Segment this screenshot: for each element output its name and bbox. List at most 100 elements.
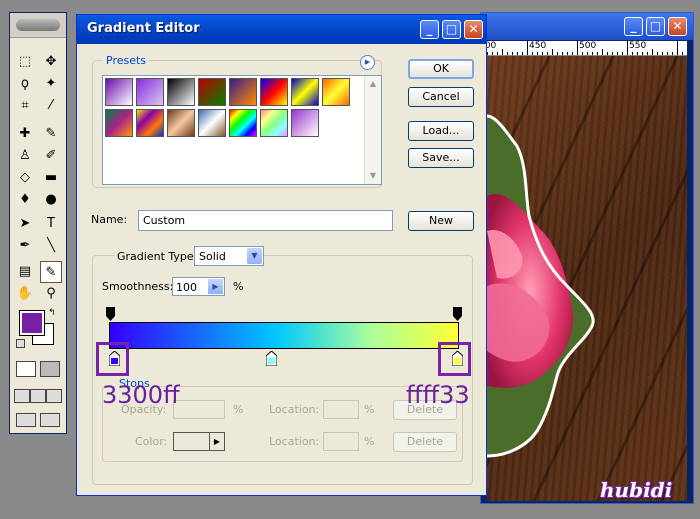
ruler-tick	[497, 52, 498, 55]
pen-tool-icon[interactable]: ✒	[14, 235, 36, 257]
close-button[interactable]: ✕	[668, 17, 687, 36]
opacity-location-label: Location:	[269, 403, 320, 416]
color-location-field[interactable]	[323, 432, 359, 451]
opacity-stop-left[interactable]	[106, 307, 115, 321]
color-delete-button[interactable]: Delete	[393, 432, 457, 452]
crop-tool-icon[interactable]: ⌗	[14, 95, 36, 117]
gradient-preview-bar[interactable]	[109, 322, 459, 349]
ruler-tick	[632, 52, 633, 55]
maximize-button[interactable]: □	[442, 20, 461, 39]
ruler-tick	[562, 52, 563, 55]
document-titlebar: _ □ ✕	[481, 13, 693, 40]
presets-menu-icon[interactable]: ▶	[360, 55, 375, 70]
color-well-arrow-icon[interactable]: ▶	[209, 433, 224, 450]
opacity-location-field[interactable]	[323, 400, 359, 419]
quick-mask-mode-icon[interactable]	[40, 361, 60, 377]
scroll-down-icon[interactable]: ▼	[366, 169, 380, 183]
minimize-button[interactable]: _	[624, 17, 643, 36]
flower-cutout	[487, 114, 595, 458]
presets-scrollbar[interactable]: ▲ ▼	[364, 76, 381, 184]
preset-swatch-black-white[interactable]	[167, 78, 195, 106]
screen-mode-full-icon[interactable]	[46, 389, 62, 403]
ruler-tick	[522, 52, 523, 55]
preset-swatch-blue-red-yellow[interactable]	[260, 78, 288, 106]
load-button[interactable]: Load...	[408, 121, 474, 141]
stop-color-well[interactable]: ▶	[173, 432, 225, 451]
zoom-tool-icon[interactable]: ⚲	[40, 283, 62, 305]
ruler-tick	[487, 52, 488, 55]
ok-button[interactable]: OK	[408, 59, 474, 79]
ruler-label: 450	[529, 41, 547, 51]
marquee-tool-icon[interactable]: ⬚	[14, 51, 36, 73]
preset-swatch-violet-green-orange[interactable]	[105, 109, 133, 137]
eyedropper-tool-icon[interactable]: ✎	[40, 261, 62, 283]
brush-tool-icon[interactable]: ✎	[40, 123, 62, 145]
notes-tool-icon[interactable]: ▤	[14, 261, 36, 283]
preset-swatch-copper[interactable]	[167, 109, 195, 137]
swap-colors-icon[interactable]: ↰	[48, 309, 56, 318]
type-tool-icon[interactable]: T	[40, 213, 62, 235]
cancel-button[interactable]: Cancel	[408, 87, 474, 107]
preset-swatch-violet-white[interactable]	[105, 78, 133, 106]
ruler-tick	[647, 52, 648, 55]
ruler-label: 400	[487, 41, 497, 51]
color-midpoint-marker[interactable]	[266, 351, 277, 366]
smoothness-unit: %	[233, 280, 244, 293]
smoothness-field[interactable]: 100 ▶	[172, 277, 225, 296]
opacity-stop-right[interactable]	[453, 307, 462, 321]
new-button[interactable]: New	[408, 211, 474, 231]
preset-swatch-violet-orange[interactable]	[229, 78, 257, 106]
screen-mode-standard-icon[interactable]	[14, 389, 30, 403]
preset-swatch-yellow-violet-orange-blue[interactable]	[136, 109, 164, 137]
lasso-tool-icon[interactable]: ϙ	[14, 73, 36, 95]
blur-tool-icon[interactable]: ♦	[14, 189, 36, 211]
ruler-tick	[652, 49, 653, 55]
name-field[interactable]: Custom	[138, 210, 393, 231]
slice-tool-icon[interactable]: ⁄	[40, 95, 62, 117]
preset-swatch-orange-yellow-orange[interactable]	[322, 78, 350, 106]
ruler-tick	[542, 52, 543, 55]
ruler-tick	[527, 41, 528, 55]
ruler-tick	[657, 52, 658, 55]
screen-mode-menus-icon[interactable]	[30, 389, 46, 403]
jump-to-imageready-icon[interactable]	[16, 413, 36, 427]
hand-tool-icon[interactable]: ✋	[14, 283, 36, 305]
smoothness-slider-icon[interactable]: ▶	[208, 279, 223, 294]
chevron-down-icon[interactable]: ▼	[247, 248, 262, 264]
preset-swatch-transparent-rainbow[interactable]	[260, 109, 288, 137]
opacity-unit: %	[233, 403, 244, 416]
magic-wand-tool-icon[interactable]: ✦	[40, 73, 62, 95]
ruler-tick	[637, 52, 638, 55]
path-selection-icon[interactable]: ➤	[14, 213, 36, 235]
canvas-photo[interactable]	[487, 56, 687, 501]
maximize-button[interactable]: □	[646, 17, 665, 36]
eraser-tool-icon[interactable]: ◇	[14, 167, 36, 189]
dodge-tool-icon[interactable]: ●	[40, 189, 62, 211]
preset-swatch-red-green[interactable]	[198, 78, 226, 106]
clone-stamp-icon[interactable]: ♙	[14, 145, 36, 167]
ruler-label: 550	[629, 41, 647, 51]
preset-swatch-transparent-stripes[interactable]	[291, 109, 319, 137]
line-tool-icon[interactable]: ╲	[40, 235, 62, 257]
opacity-field[interactable]	[173, 400, 225, 419]
smoothness-label: Smoothness:	[102, 280, 174, 293]
preset-swatch-violet-transparent[interactable]	[136, 78, 164, 106]
gradient-type-select[interactable]: Solid ▼	[194, 246, 264, 266]
standard-mode-icon[interactable]	[16, 361, 36, 377]
healing-brush-icon[interactable]: ✚	[14, 123, 36, 145]
ruler-tick	[607, 52, 608, 55]
scroll-up-icon[interactable]: ▲	[366, 77, 380, 91]
gradient-tool-icon[interactable]: ▬	[40, 167, 62, 189]
minimize-button[interactable]: _	[420, 20, 439, 39]
default-colors-icon[interactable]	[16, 339, 25, 348]
move-tool-icon[interactable]: ✥	[40, 51, 62, 73]
save-button[interactable]: Save...	[408, 148, 474, 168]
imageready-icon[interactable]	[40, 413, 60, 427]
preset-swatch-chrome[interactable]	[198, 109, 226, 137]
close-button[interactable]: ✕	[464, 20, 483, 39]
preset-swatch-spectrum[interactable]	[229, 109, 257, 137]
ruler-tick	[627, 41, 628, 55]
history-brush-icon[interactable]: ✐	[40, 145, 62, 167]
foreground-color-swatch[interactable]	[19, 310, 45, 336]
preset-swatch-blue-yellow-blue[interactable]	[291, 78, 319, 106]
